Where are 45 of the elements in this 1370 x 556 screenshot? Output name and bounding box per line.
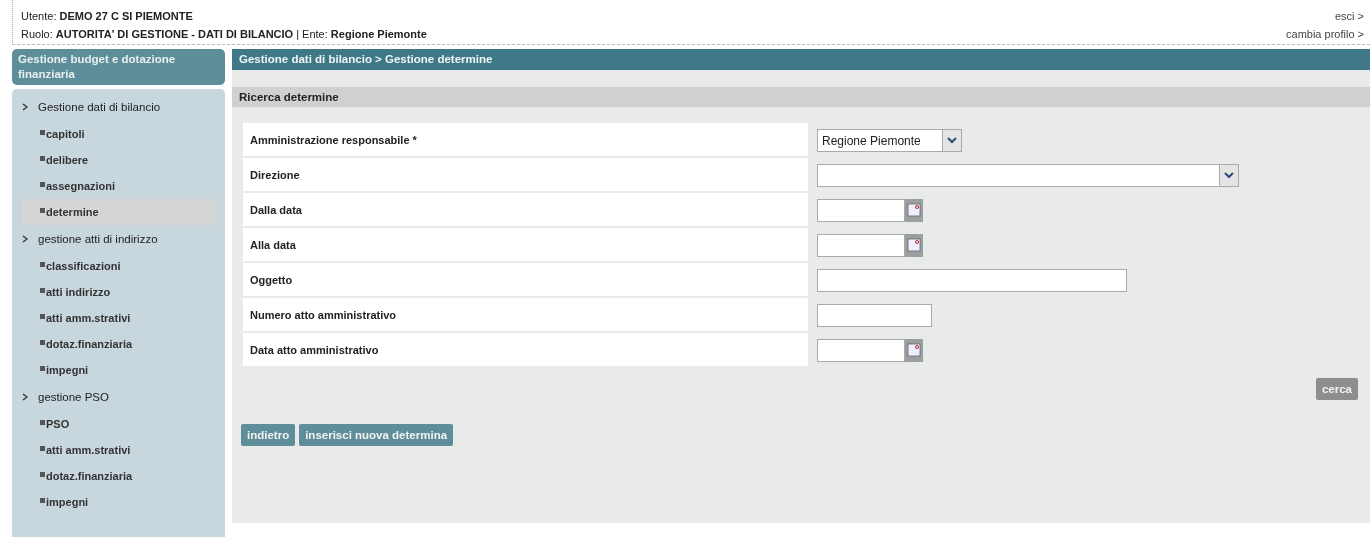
field-label: Direzione <box>243 158 808 193</box>
field-label: Data atto amministrativo <box>243 333 808 368</box>
section-title: Ricerca determine <box>232 87 1370 107</box>
menu-item[interactable]: atti amm.strativi <box>22 437 217 463</box>
menu-item[interactable]: capitoli <box>22 121 217 147</box>
menu-item[interactable]: delibere <box>22 147 217 173</box>
calendar-icon[interactable] <box>905 339 923 362</box>
logout-link[interactable]: esci > <box>1334 10 1364 23</box>
field-label: Numero atto amministrativo <box>243 298 808 333</box>
menu-group[interactable]: gestione PSO <box>22 383 217 411</box>
chevron-icon <box>22 235 28 243</box>
menu-item[interactable]: impegni <box>22 489 217 515</box>
caret-icon[interactable] <box>1219 165 1238 186</box>
menu-item[interactable]: atti indirizzo <box>22 279 217 305</box>
menu-item[interactable]: dotaz.finanziaria <box>22 463 217 489</box>
menu-group[interactable]: gestione atti di indirizzo <box>22 225 217 253</box>
menu-group[interactable]: Gestione dati di bilancio <box>22 93 217 121</box>
menu-item[interactable]: impegni <box>22 357 217 383</box>
calendar-icon[interactable] <box>905 199 923 222</box>
field-label: Amministrazione responsabile * <box>243 123 808 158</box>
text-field[interactable] <box>817 304 932 327</box>
field-label: Oggetto <box>243 263 808 298</box>
date-field[interactable] <box>817 339 905 362</box>
field-label: Dalla data <box>243 193 808 228</box>
menu-item[interactable]: determine <box>22 199 217 225</box>
menu-item[interactable]: atti amm.strativi <box>22 305 217 331</box>
menu-item[interactable]: dotaz.finanziaria <box>22 331 217 357</box>
role-info: Ruolo: AUTORITA' DI GESTIONE - DATI DI BILANCIO | Ente: Regione Piemonte <box>21 28 427 41</box>
caret-icon[interactable] <box>942 130 961 151</box>
dropdown-field[interactable] <box>817 164 1239 187</box>
menu-item[interactable]: assegnazioni <box>22 173 217 199</box>
calendar-icon[interactable] <box>905 234 923 257</box>
user-info: Utente: DEMO 27 C SI PIEMONTE <box>21 10 194 23</box>
menu-item[interactable]: PSO <box>22 411 217 437</box>
text-field[interactable] <box>817 269 1127 292</box>
breadcrumb: Gestione dati di bilancio > Gestione determine <box>232 49 1370 70</box>
field-label: Alla data <box>243 228 808 263</box>
dropdown-field[interactable]: Regione Piemonte <box>817 129 962 152</box>
sidebar-title: Gestione budget e dotazione finanziaria <box>12 49 225 85</box>
date-field[interactable] <box>817 199 905 222</box>
chevron-icon <box>22 103 28 111</box>
change-profile-link[interactable]: cambia profilo > <box>1286 28 1364 41</box>
menu-item[interactable]: classificazioni <box>22 253 217 279</box>
date-field[interactable] <box>817 234 905 257</box>
chevron-icon <box>22 393 28 401</box>
